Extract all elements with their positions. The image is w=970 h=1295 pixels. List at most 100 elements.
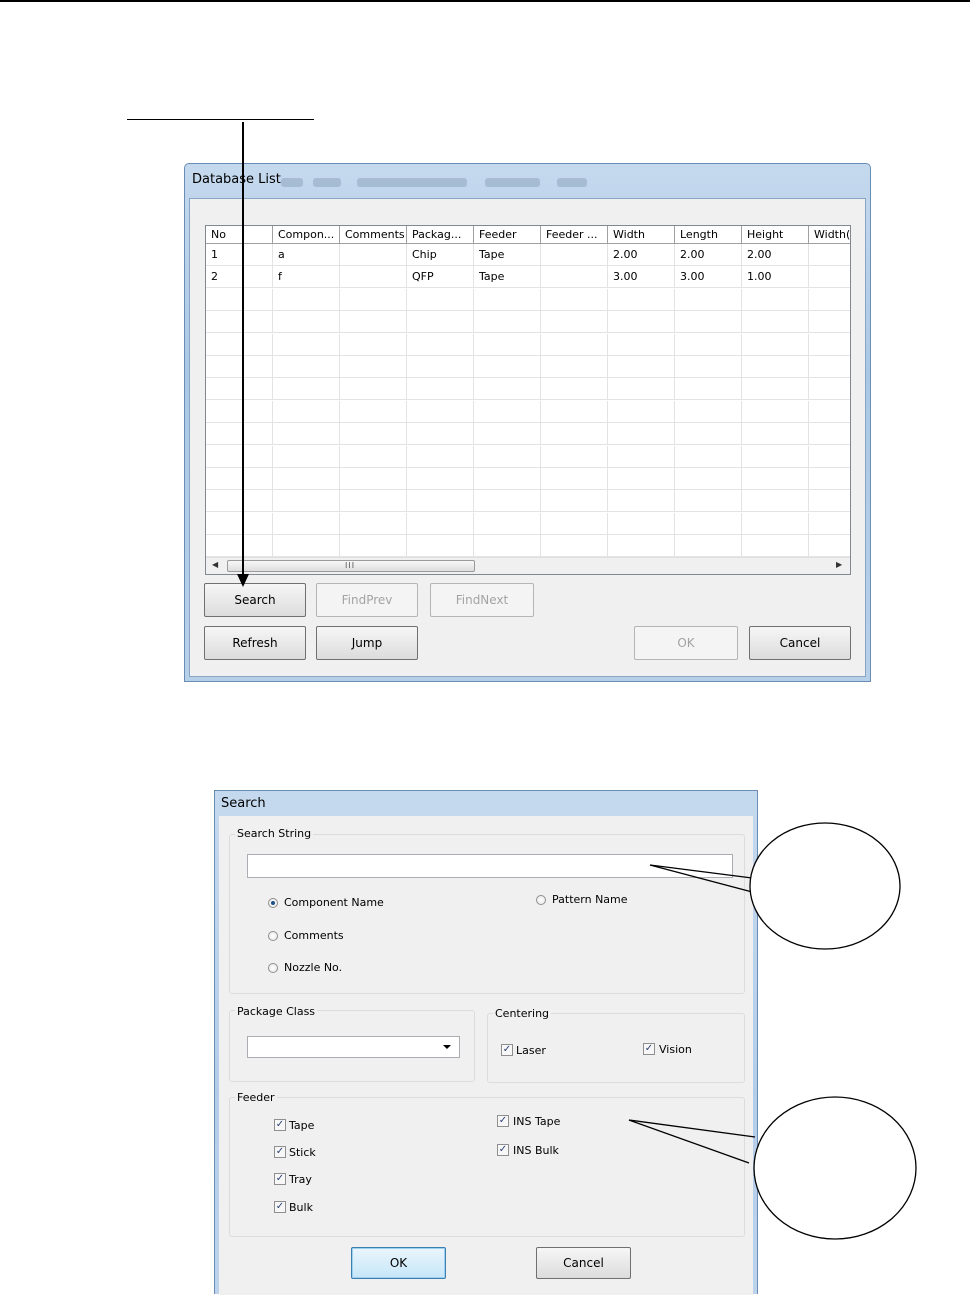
table-cell[interactable] [541, 512, 608, 535]
table-cell[interactable] [541, 356, 608, 378]
table-cell[interactable] [742, 512, 809, 535]
table-cell[interactable] [608, 378, 675, 401]
table-cell[interactable] [474, 468, 541, 490]
table-cell[interactable]: Chip [407, 244, 474, 266]
table-cell[interactable] [608, 423, 675, 446]
table-cell[interactable] [273, 512, 340, 535]
table-cell[interactable] [742, 311, 809, 334]
table-cell[interactable] [608, 400, 675, 423]
table-cell[interactable] [541, 378, 608, 401]
column-header[interactable]: Width [608, 226, 675, 244]
table-cell[interactable]: 1.00 [742, 266, 809, 289]
table-cell[interactable] [675, 311, 742, 334]
component-name-radio[interactable] [268, 898, 278, 908]
table-cell[interactable] [474, 400, 541, 423]
table-cell[interactable] [474, 445, 541, 468]
table-cell[interactable] [407, 333, 474, 356]
column-header[interactable]: Packag... [407, 226, 474, 244]
table-cell[interactable] [206, 288, 273, 311]
table-cell[interactable] [541, 468, 608, 490]
bulk-checkbox[interactable]: ✓ [274, 1201, 286, 1213]
table-cell[interactable] [407, 468, 474, 490]
table-cell[interactable] [675, 512, 742, 535]
table-cell[interactable] [608, 356, 675, 378]
table-cell[interactable] [541, 445, 608, 468]
table-cell[interactable] [809, 513, 850, 535]
table-cell[interactable] [809, 468, 850, 490]
stick-checkbox[interactable]: ✓ [274, 1146, 286, 1158]
table-cell[interactable] [809, 535, 850, 558]
table-cell[interactable]: 3.00 [675, 266, 742, 289]
table-cell[interactable] [407, 400, 474, 423]
table-cell[interactable] [675, 490, 742, 513]
scroll-left-icon[interactable]: ◀ [212, 560, 218, 569]
table-cell[interactable] [809, 244, 850, 266]
table-cell[interactable] [541, 244, 608, 266]
table-cell[interactable] [742, 333, 809, 356]
refresh-button[interactable]: Refresh [204, 626, 306, 660]
table-cell[interactable] [809, 334, 850, 356]
table-cell[interactable] [608, 288, 675, 311]
find-next-button[interactable]: FindNext [430, 583, 534, 617]
table-cell[interactable] [474, 535, 541, 558]
table-cell[interactable]: 1 [206, 244, 273, 266]
search-ok-button[interactable]: OK [351, 1247, 446, 1279]
table-cell[interactable]: QFP [407, 266, 474, 289]
table-cell[interactable] [340, 400, 407, 423]
table-cell[interactable] [608, 333, 675, 356]
table-cell[interactable] [407, 490, 474, 513]
scroll-right-icon[interactable]: ▶ [836, 560, 842, 569]
table-cell[interactable] [273, 535, 340, 558]
table-cell[interactable] [407, 512, 474, 535]
tray-checkbox[interactable]: ✓ [274, 1173, 286, 1185]
table-cell[interactable] [675, 468, 742, 490]
nozzle-no-radio[interactable] [268, 963, 278, 973]
table-cell[interactable] [206, 468, 273, 490]
find-prev-button[interactable]: FindPrev [316, 583, 418, 617]
table-cell[interactable] [675, 333, 742, 356]
table-cell[interactable] [273, 333, 340, 356]
table-cell[interactable] [541, 311, 608, 334]
table-cell[interactable] [340, 266, 407, 289]
table-cell[interactable] [273, 490, 340, 513]
table-cell[interactable] [541, 423, 608, 446]
table-cell[interactable] [742, 356, 809, 378]
table-cell[interactable] [340, 333, 407, 356]
ins-bulk-checkbox[interactable]: ✓ [497, 1144, 509, 1156]
table-cell[interactable] [474, 512, 541, 535]
table-cell[interactable] [742, 378, 809, 401]
table-cell[interactable]: 3.00 [608, 266, 675, 289]
table-cell[interactable] [273, 378, 340, 401]
table-cell[interactable] [340, 356, 407, 378]
table-cell[interactable] [742, 468, 809, 490]
table-cell[interactable] [809, 490, 850, 513]
table-cell[interactable] [675, 423, 742, 446]
laser-checkbox[interactable]: ✓ [501, 1044, 513, 1056]
table-cell[interactable]: 2.00 [675, 244, 742, 266]
pattern-name-radio[interactable] [536, 895, 546, 905]
table-cell[interactable] [742, 535, 809, 558]
table-cell[interactable]: 2 [206, 266, 273, 289]
table-cell[interactable] [206, 311, 273, 334]
table-cell[interactable] [675, 356, 742, 378]
column-header[interactable]: Feeder ... [541, 226, 608, 244]
table-cell[interactable] [675, 535, 742, 558]
table-cell[interactable] [206, 535, 273, 558]
table-cell[interactable] [675, 288, 742, 311]
table-cell[interactable] [541, 535, 608, 558]
table-cell[interactable] [206, 356, 273, 378]
table-cell[interactable] [675, 445, 742, 468]
ins-tape-checkbox[interactable]: ✓ [497, 1115, 509, 1127]
table-cell[interactable]: Tape [474, 244, 541, 266]
table-cell[interactable] [407, 311, 474, 334]
package-class-select[interactable] [247, 1036, 460, 1058]
horizontal-scrollbar[interactable]: ◀ III ▶ [206, 557, 850, 574]
table-cell[interactable] [273, 445, 340, 468]
table-cell[interactable]: Tape [474, 266, 541, 289]
table-cell[interactable] [340, 490, 407, 513]
search-button[interactable]: Search [204, 583, 306, 617]
table-cell[interactable] [206, 445, 273, 468]
table-cell[interactable]: f [273, 266, 340, 289]
table-cell[interactable] [541, 333, 608, 356]
table-cell[interactable] [407, 356, 474, 378]
